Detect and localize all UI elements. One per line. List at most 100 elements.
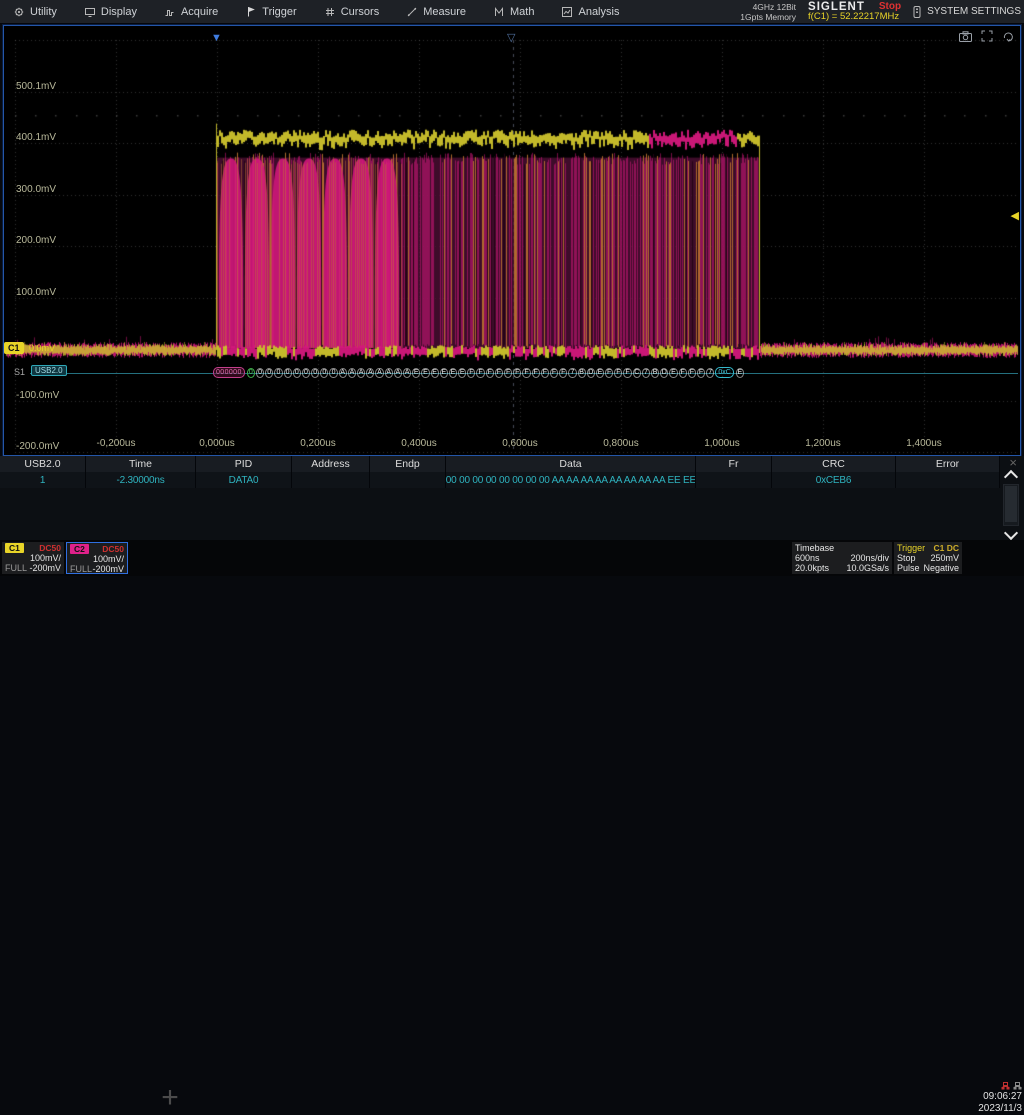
- channel1-badge: C1: [5, 543, 24, 554]
- y-axis-label: 500.1mV: [16, 81, 56, 92]
- timebase-descriptor[interactable]: Timebase 600ns200ns/div 20.0kpts10.0GSa/…: [792, 542, 892, 574]
- plot-toolbar: [959, 30, 1014, 42]
- column-header-fr: Fr: [696, 456, 772, 472]
- menu-item-utility[interactable]: Utility: [0, 0, 71, 23]
- channel1-descriptor[interactable]: C1DC50 100mV/ FULL-200mV: [2, 542, 64, 574]
- x-axis-label: 1,200us: [793, 438, 853, 449]
- column-header-error: Error: [896, 456, 1000, 472]
- system-settings-label: SYSTEM SETTINGS: [927, 6, 1021, 17]
- lan-active-icon: [1001, 1082, 1010, 1090]
- trigger-level-marker[interactable]: ◀: [1011, 209, 1019, 222]
- decode-table-row[interactable]: 1-2.30000nsDATA00x00 00 00 00 00 00 00 0…: [0, 472, 1000, 488]
- channel1-position-badge[interactable]: C1: [4, 342, 24, 354]
- column-header-address: Address: [292, 456, 370, 472]
- menu-item-acquire[interactable]: Acquire: [151, 0, 232, 23]
- channel1-zero-label: 0.0mV: [29, 343, 55, 353]
- acquisition-status: Stop: [879, 2, 901, 12]
- table-cell: [696, 472, 772, 488]
- decode-byte: E: [440, 368, 448, 378]
- x-axis-label: 1,400us: [894, 438, 954, 449]
- channel2-bandwidth: FULL: [70, 564, 92, 575]
- decode-byte: F: [504, 368, 512, 378]
- decode-byte: 0: [302, 368, 310, 378]
- menu-item-cursors[interactable]: Cursors: [311, 0, 394, 23]
- decode-byte: F: [486, 368, 494, 378]
- menu-item-label: Analysis: [578, 6, 619, 18]
- column-header-time: Time: [86, 456, 196, 472]
- x-axis-label: -0,200us: [86, 438, 146, 449]
- menu-item-label: Math: [510, 6, 534, 18]
- menu-item-display[interactable]: Display: [71, 0, 151, 23]
- decode-byte: F: [688, 368, 696, 378]
- decode-byte: B: [578, 368, 586, 378]
- horizontal-reference-marker[interactable]: ▽: [507, 33, 515, 44]
- system-settings-button[interactable]: SYSTEM SETTINGS: [913, 6, 1021, 18]
- decode-list-table: USB2.0TimePIDAddressEndpDataFrCRCError 1…: [0, 456, 1024, 540]
- scroll-down-icon[interactable]: [1004, 526, 1018, 540]
- decode-byte: A: [403, 368, 411, 378]
- menu-item-math[interactable]: Math: [480, 0, 548, 23]
- channel1-coupling: DC50: [39, 543, 61, 554]
- rotate-icon[interactable]: [1002, 30, 1014, 42]
- table-cell: [370, 472, 446, 488]
- decode-byte: F: [476, 368, 484, 378]
- decode-byte: F: [559, 368, 567, 378]
- decode-byte: A: [366, 368, 374, 378]
- trigger-descriptor[interactable]: TriggerC1 DC Stop250mV PulseNegative: [894, 542, 962, 574]
- frequency-readout: f(C1) = 52.22217MHz: [808, 12, 899, 22]
- trigger-position-marker[interactable]: ▼: [211, 33, 222, 44]
- close-icon[interactable]: ×: [1009, 455, 1017, 470]
- decode-byte: E: [431, 368, 439, 378]
- decode-byte: A: [375, 368, 383, 378]
- decode-byte: 7: [568, 368, 576, 378]
- channel2-offset: -200mV: [92, 564, 124, 575]
- menu-item-analysis[interactable]: Analysis: [548, 0, 633, 23]
- topbar-right: 4GHz 12Bit 1Gpts Memory SIGLENT Stop f(C…: [740, 0, 1021, 23]
- zoom-fit-icon[interactable]: [981, 30, 993, 42]
- decode-byte: F: [513, 368, 521, 378]
- decode-byte: F: [679, 368, 687, 378]
- decode-byte: F: [605, 368, 613, 378]
- scrollbar-track[interactable]: [1003, 484, 1019, 526]
- decode-byte: 0: [329, 368, 337, 378]
- clock-time: 09:06:27: [964, 1091, 1022, 1103]
- menu-item-label: Acquire: [181, 6, 218, 18]
- decode-byte: 7: [706, 368, 714, 378]
- decode-byte: F: [467, 368, 475, 378]
- brand-block: SIGLENT Stop f(C1) = 52.22217MHz: [808, 2, 901, 22]
- channel2-descriptor[interactable]: C2DC50 100mV/ FULL-200mV: [66, 542, 128, 574]
- scrollbar-thumb[interactable]: [1005, 486, 1017, 522]
- scroll-up-icon[interactable]: [1004, 470, 1018, 484]
- decode-byte: B: [651, 368, 659, 378]
- remote-icon: [913, 6, 921, 18]
- decode-byte: F: [495, 368, 503, 378]
- waveform-canvas[interactable]: [4, 26, 1020, 455]
- brand-logo: SIGLENT: [808, 2, 865, 12]
- column-header-pid: PID: [196, 456, 292, 472]
- serial-bus-index: S1: [14, 367, 25, 377]
- decode-byte: 0: [320, 368, 328, 378]
- serial-bus-badge[interactable]: USB2.0: [31, 365, 67, 376]
- math-icon: [494, 7, 504, 17]
- scope-specs: 4GHz 12Bit 1Gpts Memory: [740, 2, 796, 22]
- menu-item-label: Trigger: [262, 6, 296, 18]
- decode-byte: F: [697, 368, 705, 378]
- menu-item-trigger[interactable]: Trigger: [232, 0, 310, 23]
- decode-byte: A: [385, 368, 393, 378]
- menu-item-label: Cursors: [341, 6, 380, 18]
- x-axis-label: 0,200us: [288, 438, 348, 449]
- decode-table-header: USB2.0TimePIDAddressEndpDataFrCRCError: [0, 456, 1000, 472]
- acquire-icon: [165, 7, 175, 17]
- trigger-status: Stop: [897, 553, 916, 564]
- table-cell: -2.30000ns: [86, 472, 196, 488]
- camera-icon[interactable]: [959, 31, 972, 42]
- channel2-coupling: DC50: [102, 544, 124, 555]
- channel2-badge: C2: [70, 544, 89, 555]
- menu-item-measure[interactable]: Measure: [393, 0, 480, 23]
- table-cell: DATA0: [196, 472, 292, 488]
- y-axis-label: 400.1mV: [16, 132, 56, 143]
- measure-icon: [407, 7, 417, 17]
- decode-byte: 0: [256, 368, 264, 378]
- table-cell: 0xCEB6: [772, 472, 896, 488]
- add-channel-button[interactable]: +: [148, 1084, 192, 1112]
